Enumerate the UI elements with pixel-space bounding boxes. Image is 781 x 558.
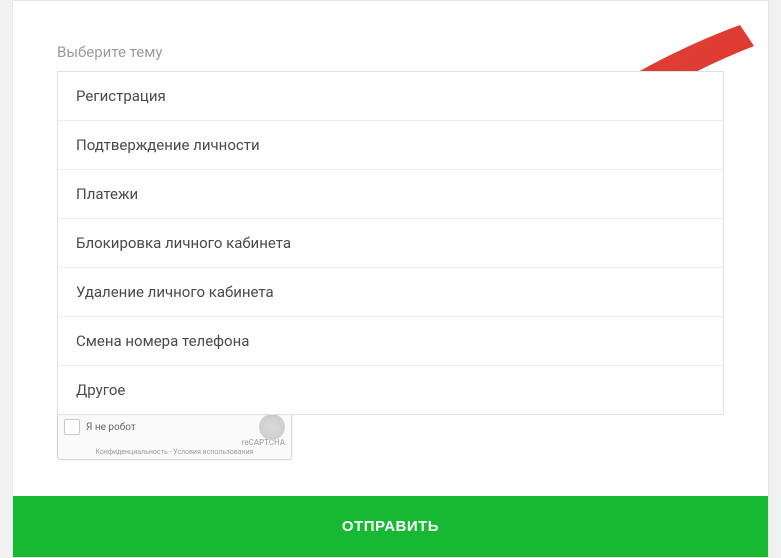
- dropdown-option[interactable]: Удаление личного кабинета: [58, 268, 723, 317]
- submit-button[interactable]: ОТПРАВИТЬ: [13, 496, 768, 557]
- dropdown-option[interactable]: Подтверждение личности: [58, 121, 723, 170]
- recaptcha-label: Я не робот: [86, 422, 253, 433]
- dropdown-option[interactable]: Регистрация: [58, 72, 723, 121]
- recaptcha-brand: reCAPTCHA: [64, 438, 285, 447]
- dropdown-option[interactable]: Смена номера телефона: [58, 317, 723, 366]
- topic-select[interactable]: Выберите тему Регистрация Подтверждение …: [57, 33, 724, 415]
- recaptcha-legal: Конфиденциальность - Условия использован…: [64, 448, 285, 456]
- select-header[interactable]: Выберите тему: [57, 33, 724, 71]
- dropdown-option[interactable]: Блокировка личного кабинета: [58, 219, 723, 268]
- recaptcha-widget[interactable]: Я не робот reCAPTCHA Конфиденциальность …: [57, 409, 292, 460]
- dropdown-menu: Регистрация Подтверждение личности Плате…: [57, 71, 724, 415]
- dropdown-option[interactable]: Другое: [58, 366, 723, 414]
- select-placeholder: Выберите тему: [57, 43, 162, 61]
- recaptcha-logo-icon: [259, 414, 285, 440]
- dropdown-option[interactable]: Платежи: [58, 170, 723, 219]
- chevron-down-icon: [708, 44, 724, 60]
- recaptcha-checkbox[interactable]: [64, 419, 80, 435]
- form-card: Выберите тему Регистрация Подтверждение …: [12, 0, 769, 558]
